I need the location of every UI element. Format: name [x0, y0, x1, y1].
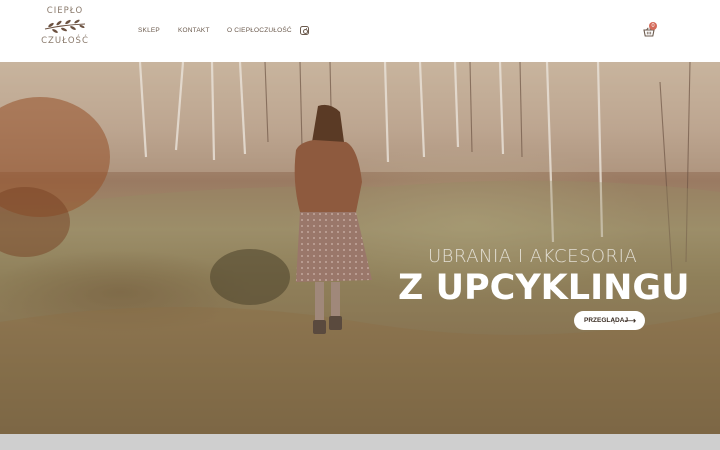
- nav-item-sklep[interactable]: SKLEP: [138, 27, 160, 34]
- browse-button-label: PRZEGLĄDAJ: [584, 317, 629, 324]
- arrow-right-icon: ⟶: [624, 316, 636, 325]
- site-header: CIEPŁO CZUŁOŚĆ SKLEP KONTAKT O CIEPŁOCZU…: [0, 0, 720, 62]
- hero-title: Z UPCYKLINGU: [398, 268, 690, 308]
- hero-subtitle: UBRANIA I AKCESORIA: [428, 246, 638, 267]
- logo-line-1: CIEPŁO: [46, 6, 84, 16]
- logo-line-2: CZUŁOŚĆ: [41, 36, 89, 46]
- hero-banner: UBRANIA I AKCESORIA Z UPCYKLINGU PRZEGLĄ…: [0, 62, 720, 434]
- logo[interactable]: CIEPŁO CZUŁOŚĆ: [40, 6, 90, 58]
- nav-item-kontakt[interactable]: KONTAKT: [178, 27, 210, 34]
- cart-count-badge: 0: [649, 22, 657, 30]
- nav-item-about[interactable]: O CIEPŁOCZUŁOŚĆ: [227, 27, 292, 34]
- browse-button[interactable]: PRZEGLĄDAJ ⟶: [574, 311, 645, 330]
- instagram-icon[interactable]: [300, 26, 309, 35]
- next-section-strip: [0, 434, 720, 450]
- olive-branch-icon: [44, 19, 86, 33]
